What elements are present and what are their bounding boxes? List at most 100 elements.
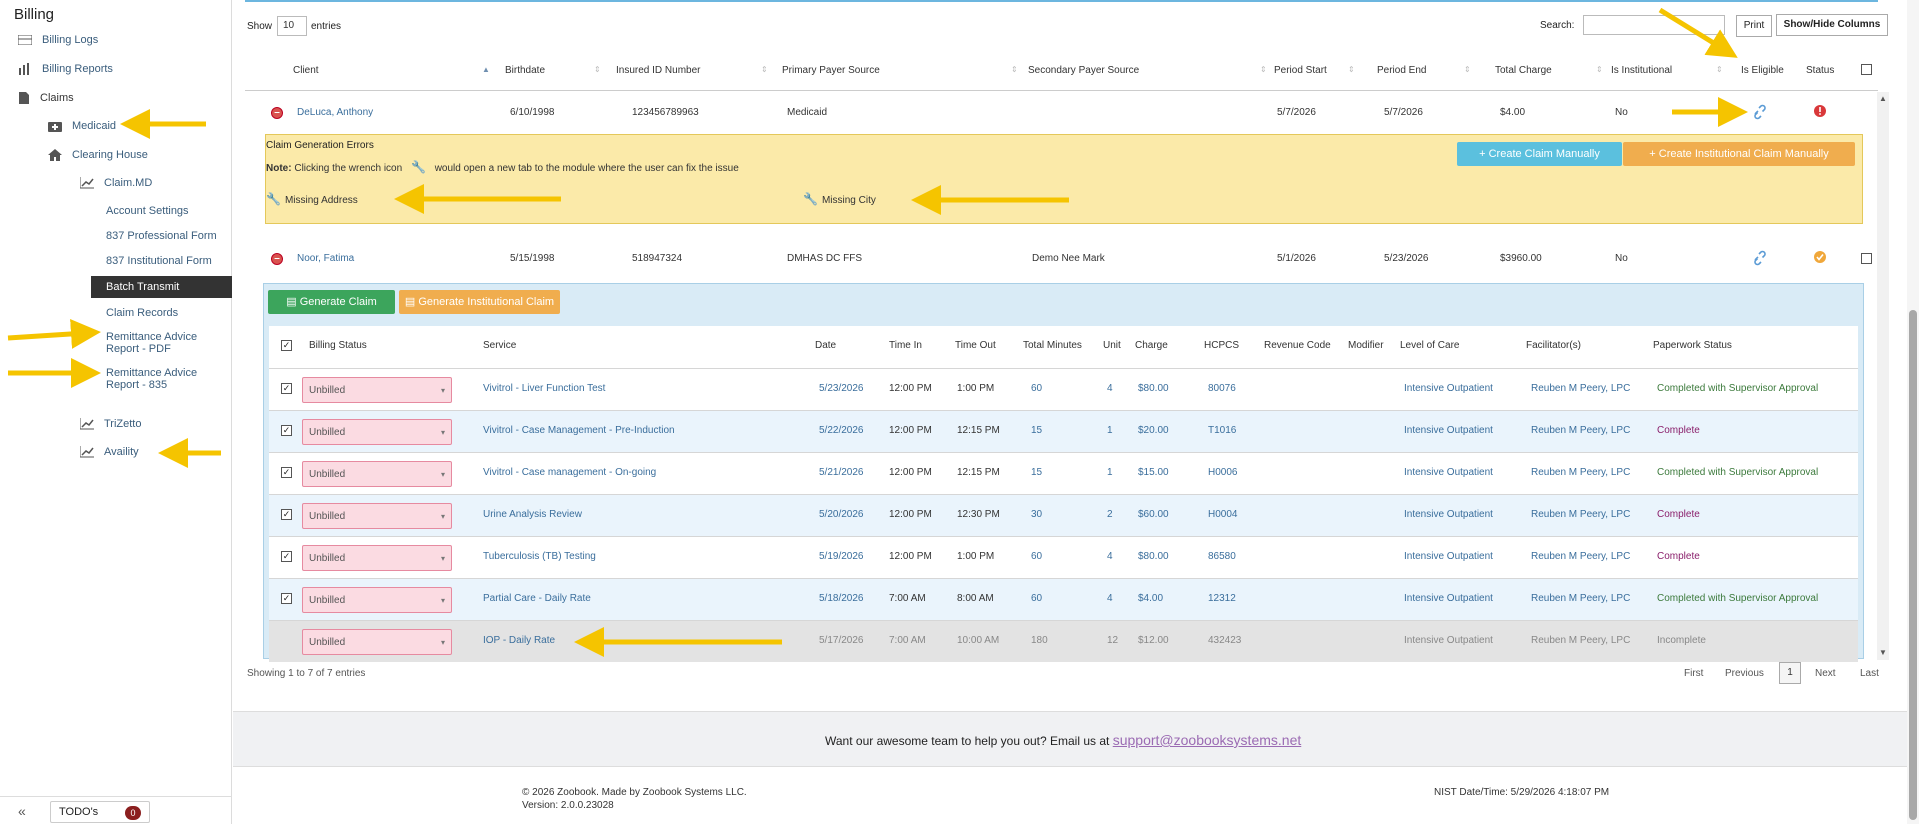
table-row[interactable]: – Noor, Fatima 5/15/1998 518947324 DMHAS… — [245, 238, 1878, 280]
table-scrollbar[interactable]: ▲ ▼ — [1877, 92, 1889, 660]
sidebar-item-claims[interactable]: Claims — [18, 91, 74, 105]
support-email-link[interactable]: support@zoobooksystems.net — [1113, 732, 1302, 748]
page-scrollbar[interactable] — [1907, 0, 1919, 824]
sort-asc-icon[interactable]: ▲ — [482, 65, 490, 74]
entries-select[interactable]: 10 — [277, 16, 307, 36]
sort-icon[interactable]: ⇕ — [1011, 65, 1018, 74]
sidebar-item-remittance-835[interactable]: Remittance Advice Report - 835 — [106, 367, 226, 391]
previous-page-link[interactable]: Previous — [1725, 668, 1764, 679]
col-client[interactable]: Client — [293, 65, 319, 76]
select-all-checkbox[interactable] — [1861, 64, 1872, 75]
collapse-sidebar-icon[interactable]: « — [18, 803, 26, 819]
sidebar-item-837-institutional[interactable]: 837 Institutional Form — [106, 255, 212, 267]
service-row[interactable]: ✓ Unbilled ▾ Vivitrol - Case Management - P… — [269, 410, 1858, 452]
select-all-services-checkbox[interactable]: ✓ — [281, 340, 292, 351]
sort-icon[interactable]: ⇕ — [1596, 65, 1603, 74]
service-row[interactable]: ✓ Unbilled ▾ Tuberculosis (TB) Testing 5/19/… — [269, 536, 1858, 578]
next-page-link[interactable]: Next — [1815, 668, 1836, 679]
sidebar-item-837-professional[interactable]: 837 Professional Form — [106, 230, 217, 242]
sort-icon[interactable]: ⇕ — [1716, 65, 1723, 74]
service-link[interactable]: Vivitrol - Case management - On-going — [483, 467, 656, 478]
create-claim-manually-button[interactable]: + Create Claim Manually — [1457, 142, 1622, 166]
sidebar-item-billing-logs[interactable]: Billing Logs — [18, 34, 98, 46]
billing-status-select[interactable]: Unbilled ▾ — [302, 419, 452, 445]
billing-status-select[interactable]: Unbilled ▾ — [302, 503, 452, 529]
sort-icon[interactable]: ⇕ — [1260, 65, 1267, 74]
billing-status-select[interactable]: Unbilled ▾ — [302, 587, 452, 613]
primary-payer-cell: DMHAS DC FFS — [787, 253, 862, 264]
service-row[interactable]: ✓ Unbilled ▾ Urine Analysis Review 5/20/2026… — [269, 494, 1858, 536]
scroll-down-icon[interactable]: ▼ — [1879, 648, 1887, 657]
col-period-end[interactable]: Period End — [1377, 65, 1426, 76]
wrench-icon[interactable]: 🔧 — [266, 192, 281, 206]
sidebar-item-claim-records[interactable]: Claim Records — [106, 307, 178, 319]
link-icon[interactable] — [1752, 104, 1768, 120]
service-checkbox[interactable]: ✓ — [281, 551, 292, 562]
service-link[interactable]: Vivitrol - Liver Function Test — [483, 383, 605, 394]
service-link[interactable]: Vivitrol - Case Management - Pre-Inducti… — [483, 425, 675, 436]
sidebar-item-claimmd[interactable]: Claim.MD — [80, 177, 152, 189]
todo-button[interactable]: TODO's 0 — [50, 801, 150, 823]
sidebar-item-availity[interactable]: Availity — [80, 446, 139, 458]
service-checkbox[interactable]: ✓ — [281, 593, 292, 604]
service-row[interactable]: ✓ Unbilled ▾ Vivitrol - Liver Function Test… — [269, 368, 1858, 410]
generate-institutional-claim-button[interactable]: ▤ Generate Institutional Claim — [399, 290, 560, 314]
create-institutional-claim-manually-button[interactable]: + Create Institutional Claim Manually — [1623, 142, 1855, 166]
service-link[interactable]: IOP - Daily Rate — [483, 635, 555, 646]
sidebar-item-remittance-pdf[interactable]: Remittance Advice Report - PDF — [106, 331, 226, 355]
missing-city-error[interactable]: 🔧 Missing City — [803, 192, 876, 206]
service-link[interactable]: Partial Care - Daily Rate — [483, 593, 591, 604]
missing-address-error[interactable]: 🔧 Missing Address — [266, 192, 358, 206]
scroll-up-icon[interactable]: ▲ — [1879, 94, 1887, 103]
billing-status-select[interactable]: Unbilled ▾ — [302, 461, 452, 487]
sort-icon[interactable]: ⇕ — [1348, 65, 1355, 74]
billing-status-select[interactable]: Unbilled ▾ — [302, 545, 452, 571]
col-is-institutional[interactable]: Is Institutional — [1611, 65, 1672, 76]
col-period-start[interactable]: Period Start — [1274, 65, 1327, 76]
collapse-row-icon[interactable]: – — [271, 253, 283, 265]
service-link[interactable]: Tuberculosis (TB) Testing — [483, 551, 596, 562]
service-link[interactable]: Urine Analysis Review — [483, 509, 582, 520]
link-icon[interactable] — [1752, 250, 1768, 266]
wrench-icon[interactable]: 🔧 — [803, 192, 818, 206]
billing-status-select[interactable]: Unbilled ▾ — [302, 377, 452, 403]
col-status[interactable]: Status — [1806, 65, 1834, 76]
col-total-charge[interactable]: Total Charge — [1495, 65, 1552, 76]
generate-claim-button[interactable]: ▤ Generate Claim — [268, 290, 395, 314]
sidebar-item-medicaid[interactable]: Medicaid — [48, 120, 116, 132]
service-row[interactable]: Unbilled ▾ IOP - Daily Rate 5/17/2026 7:00 A… — [269, 620, 1858, 662]
sidebar-item-billing-reports[interactable]: Billing Reports — [18, 63, 113, 75]
print-button[interactable]: Print — [1736, 15, 1772, 37]
last-page-link[interactable]: Last — [1860, 668, 1879, 679]
table-row[interactable]: – DeLuca, Anthony 6/10/1998 123456789963… — [245, 92, 1878, 134]
client-link[interactable]: Noor, Fatima — [297, 253, 354, 264]
service-checkbox[interactable]: ✓ — [281, 383, 292, 394]
col-insured-id[interactable]: Insured ID Number — [616, 65, 700, 76]
first-page-link[interactable]: First — [1684, 668, 1703, 679]
col-primary-payer[interactable]: Primary Payer Source — [782, 65, 880, 76]
service-checkbox[interactable]: ✓ — [281, 509, 292, 520]
sort-icon[interactable]: ⇕ — [594, 65, 601, 74]
service-checkbox[interactable]: ✓ — [281, 467, 292, 478]
sidebar-item-batch-transmit[interactable]: Batch Transmit — [91, 276, 232, 298]
service-row[interactable]: ✓ Unbilled ▾ Vivitrol - Case management - O… — [269, 452, 1858, 494]
search-input[interactable] — [1583, 15, 1725, 35]
col-secondary-payer[interactable]: Secondary Payer Source — [1028, 65, 1139, 76]
service-checkbox[interactable]: ✓ — [281, 425, 292, 436]
sidebar-item-trizetto[interactable]: TriZetto — [80, 418, 142, 430]
service-row[interactable]: ✓ Unbilled ▾ Partial Care - Daily Rate 5/18/… — [269, 578, 1858, 620]
sidebar-item-clearing-house[interactable]: Clearing House — [48, 149, 148, 161]
col-birthdate[interactable]: Birthdate — [505, 65, 545, 76]
sidebar: Billing Billing Logs Billing Reports Cla… — [0, 0, 232, 824]
billing-status-select[interactable]: Unbilled ▾ — [302, 629, 452, 655]
row-checkbox[interactable] — [1861, 253, 1872, 264]
sidebar-item-account-settings[interactable]: Account Settings — [106, 205, 189, 217]
show-hide-columns-button[interactable]: Show/Hide Columns — [1776, 14, 1888, 36]
page-scrollbar-thumb[interactable] — [1909, 310, 1917, 820]
client-link[interactable]: DeLuca, Anthony — [297, 107, 373, 118]
page-1-button[interactable]: 1 — [1779, 662, 1801, 684]
collapse-row-icon[interactable]: – — [271, 107, 283, 119]
col-is-eligible[interactable]: Is Eligible — [1741, 65, 1784, 76]
sort-icon[interactable]: ⇕ — [1464, 65, 1471, 74]
sort-icon[interactable]: ⇕ — [761, 65, 768, 74]
